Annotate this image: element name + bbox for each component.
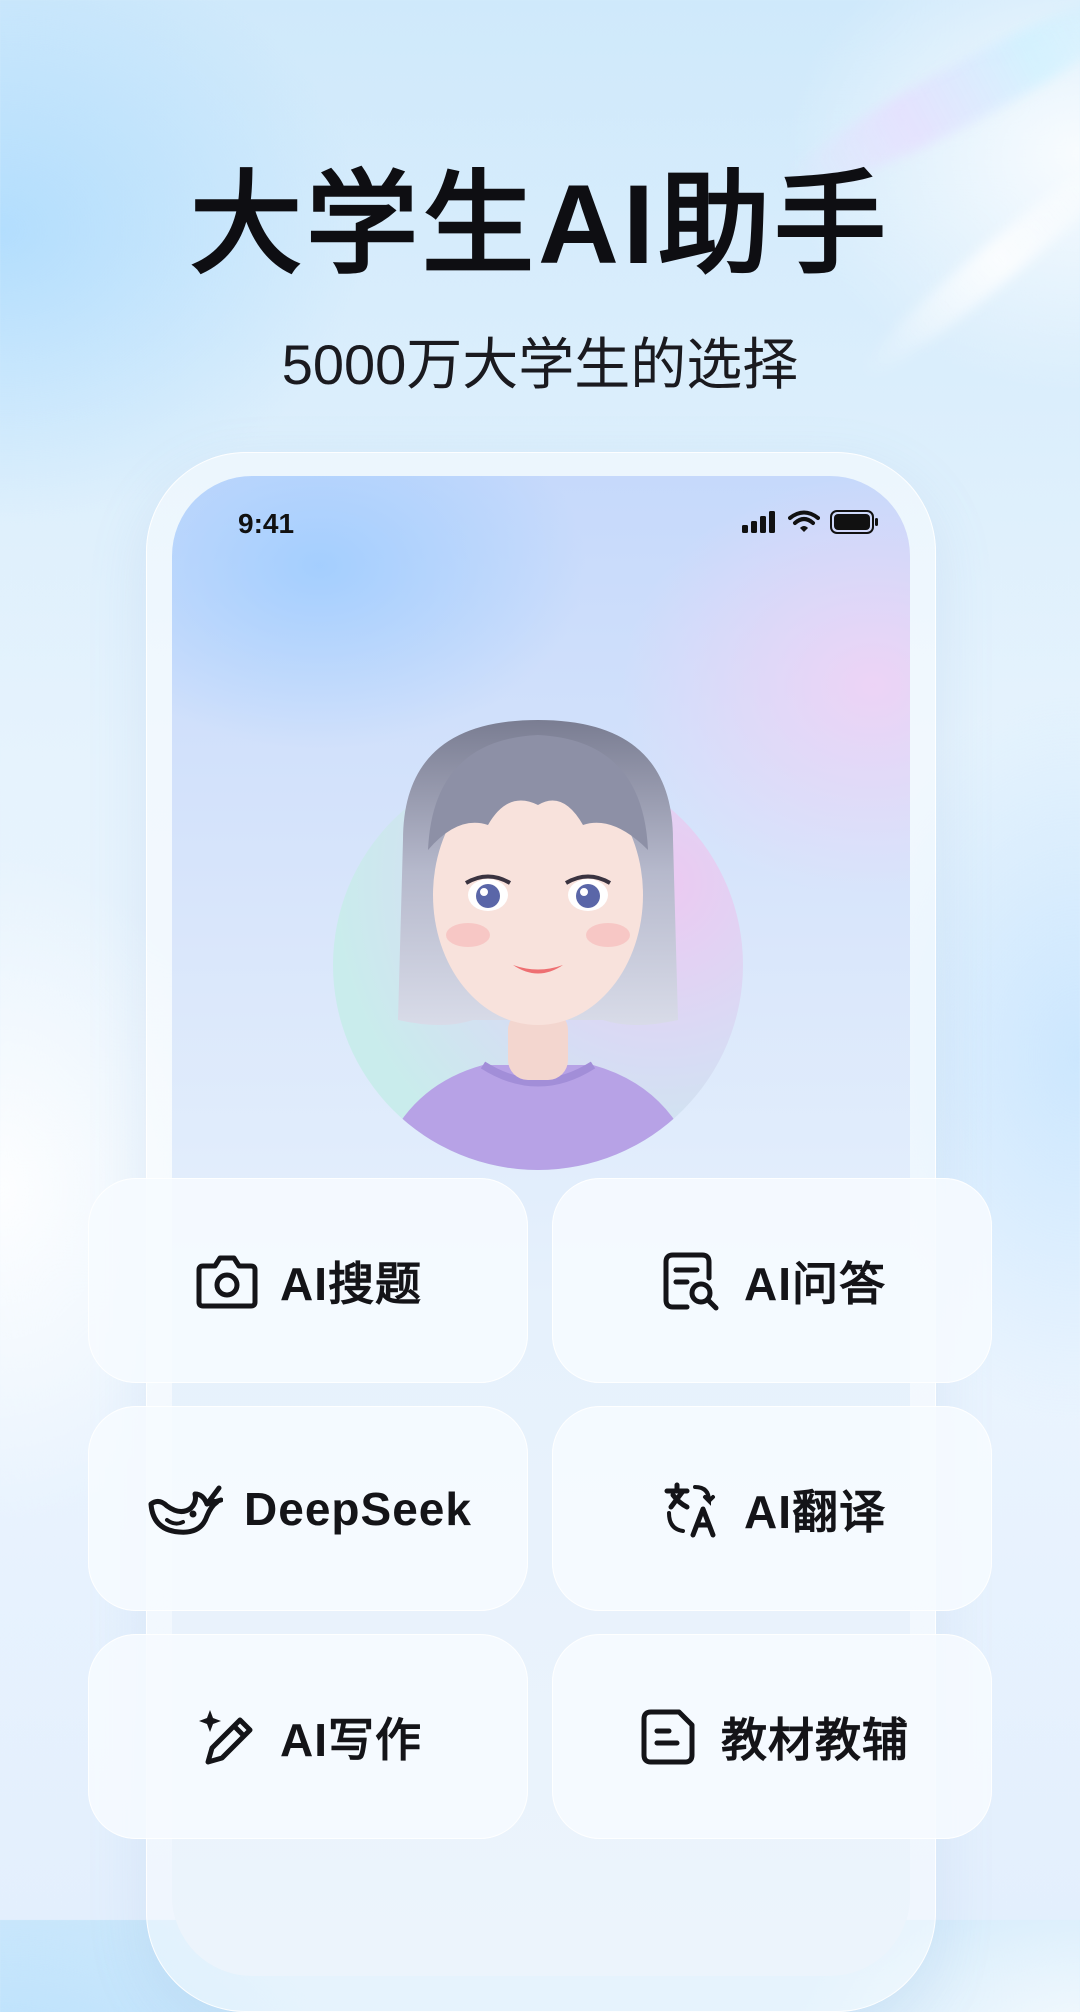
- camera-icon: [194, 1248, 260, 1314]
- feature-card-ai-writing[interactable]: AI写作: [88, 1634, 528, 1839]
- hero-subtitle: 5000万大学生的选择: [281, 333, 799, 396]
- document-search-icon: [658, 1248, 724, 1314]
- feature-label: AI翻译: [744, 1485, 886, 1538]
- feature-label: AI写作: [280, 1713, 422, 1766]
- sparkle-pen-icon: [194, 1704, 260, 1770]
- wifi-icon: [788, 510, 820, 539]
- feature-label: DeepSeek: [244, 1482, 472, 1535]
- feature-label: AI搜题: [280, 1257, 422, 1310]
- battery-icon: [830, 510, 880, 539]
- whale-icon: [144, 1476, 224, 1542]
- status-bar-icons: [742, 510, 880, 539]
- translate-icon: [658, 1476, 724, 1542]
- assistant-avatar: [333, 720, 743, 1170]
- hero-title: 大学生AI助手: [190, 162, 890, 287]
- notes-icon: [635, 1704, 701, 1770]
- feature-label: AI问答: [744, 1257, 886, 1310]
- feature-card-ai-translate[interactable]: AI翻译: [552, 1406, 992, 1611]
- feature-card-deepseek[interactable]: DeepSeek: [88, 1406, 528, 1611]
- feature-label: 教材教辅: [721, 1713, 909, 1766]
- feature-card-ai-search[interactable]: AI搜题: [88, 1178, 528, 1383]
- feature-card-ai-qa[interactable]: AI问答: [552, 1178, 992, 1383]
- cellular-signal-icon: [742, 511, 778, 538]
- status-bar-time: 9:41: [238, 508, 295, 539]
- feature-card-textbook[interactable]: 教材教辅: [552, 1634, 992, 1839]
